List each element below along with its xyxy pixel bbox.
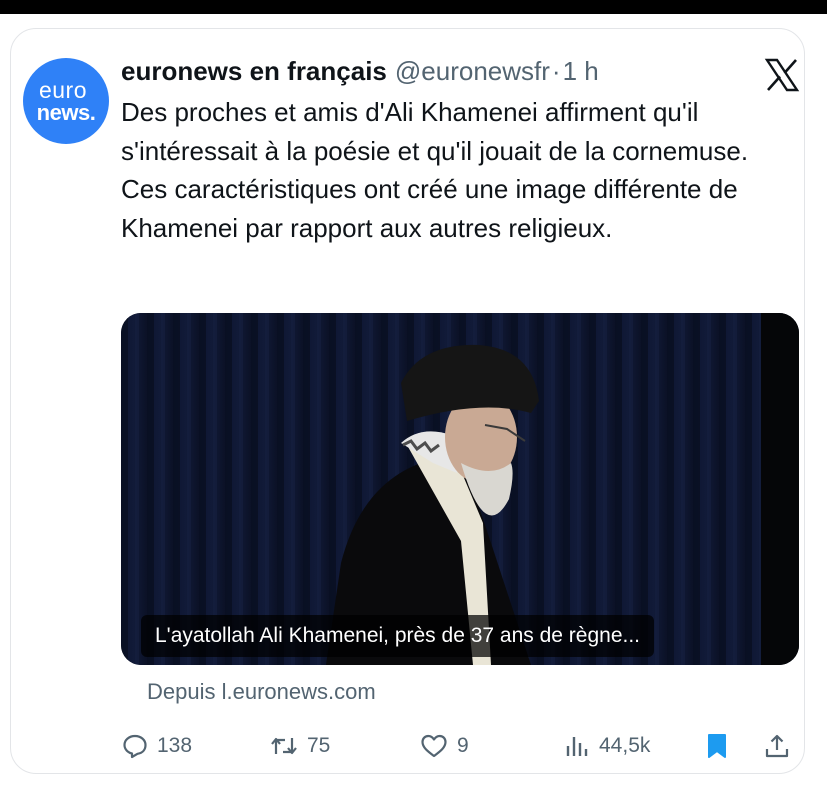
like-count: 9 bbox=[457, 734, 469, 757]
like-button[interactable]: 9 bbox=[419, 729, 469, 763]
avatar-text-line1: euro bbox=[38, 76, 88, 103]
tweet-time[interactable]: 1 h bbox=[563, 56, 599, 87]
tweet-media-image[interactable]: L'ayatollah Ali Khamenei, près de 37 ans… bbox=[121, 313, 799, 665]
heart-icon bbox=[419, 732, 449, 760]
views-button[interactable]: 44,5k bbox=[563, 729, 650, 763]
share-icon bbox=[763, 732, 791, 760]
tweet-header: euronews en français @euronewsfr · 1 h bbox=[121, 56, 599, 90]
x-logo-icon bbox=[763, 56, 801, 94]
reply-icon bbox=[121, 732, 149, 760]
repost-icon bbox=[269, 732, 299, 760]
avatar-text-line2: news. bbox=[36, 99, 96, 125]
reply-count: 138 bbox=[157, 734, 193, 757]
views-chart-icon bbox=[563, 732, 591, 760]
separator-dot: · bbox=[551, 56, 561, 86]
reply-button[interactable]: 138 bbox=[121, 729, 192, 763]
share-button[interactable] bbox=[763, 729, 791, 763]
repost-count: 75 bbox=[307, 734, 331, 757]
tweet-card[interactable]: euro news. euronews en français @euronew… bbox=[10, 28, 805, 774]
link-source[interactable]: Depuis l.euronews.com bbox=[147, 679, 376, 705]
media-caption: L'ayatollah Ali Khamenei, près de 37 ans… bbox=[141, 615, 654, 657]
author-name[interactable]: euronews en français bbox=[121, 56, 387, 87]
repost-button[interactable]: 75 bbox=[269, 729, 330, 763]
author-handle[interactable]: @euronewsfr bbox=[395, 56, 550, 87]
action-bar: 138 75 9 44,5k bbox=[121, 729, 791, 763]
tweet-text: Des proches et amis d'Ali Khamenei affir… bbox=[121, 97, 749, 243]
bookmark-icon bbox=[705, 732, 729, 760]
top-bar bbox=[0, 0, 827, 14]
bookmark-button[interactable] bbox=[705, 729, 729, 763]
avatar[interactable]: euro news. bbox=[23, 58, 109, 144]
views-count: 44,5k bbox=[599, 734, 651, 757]
